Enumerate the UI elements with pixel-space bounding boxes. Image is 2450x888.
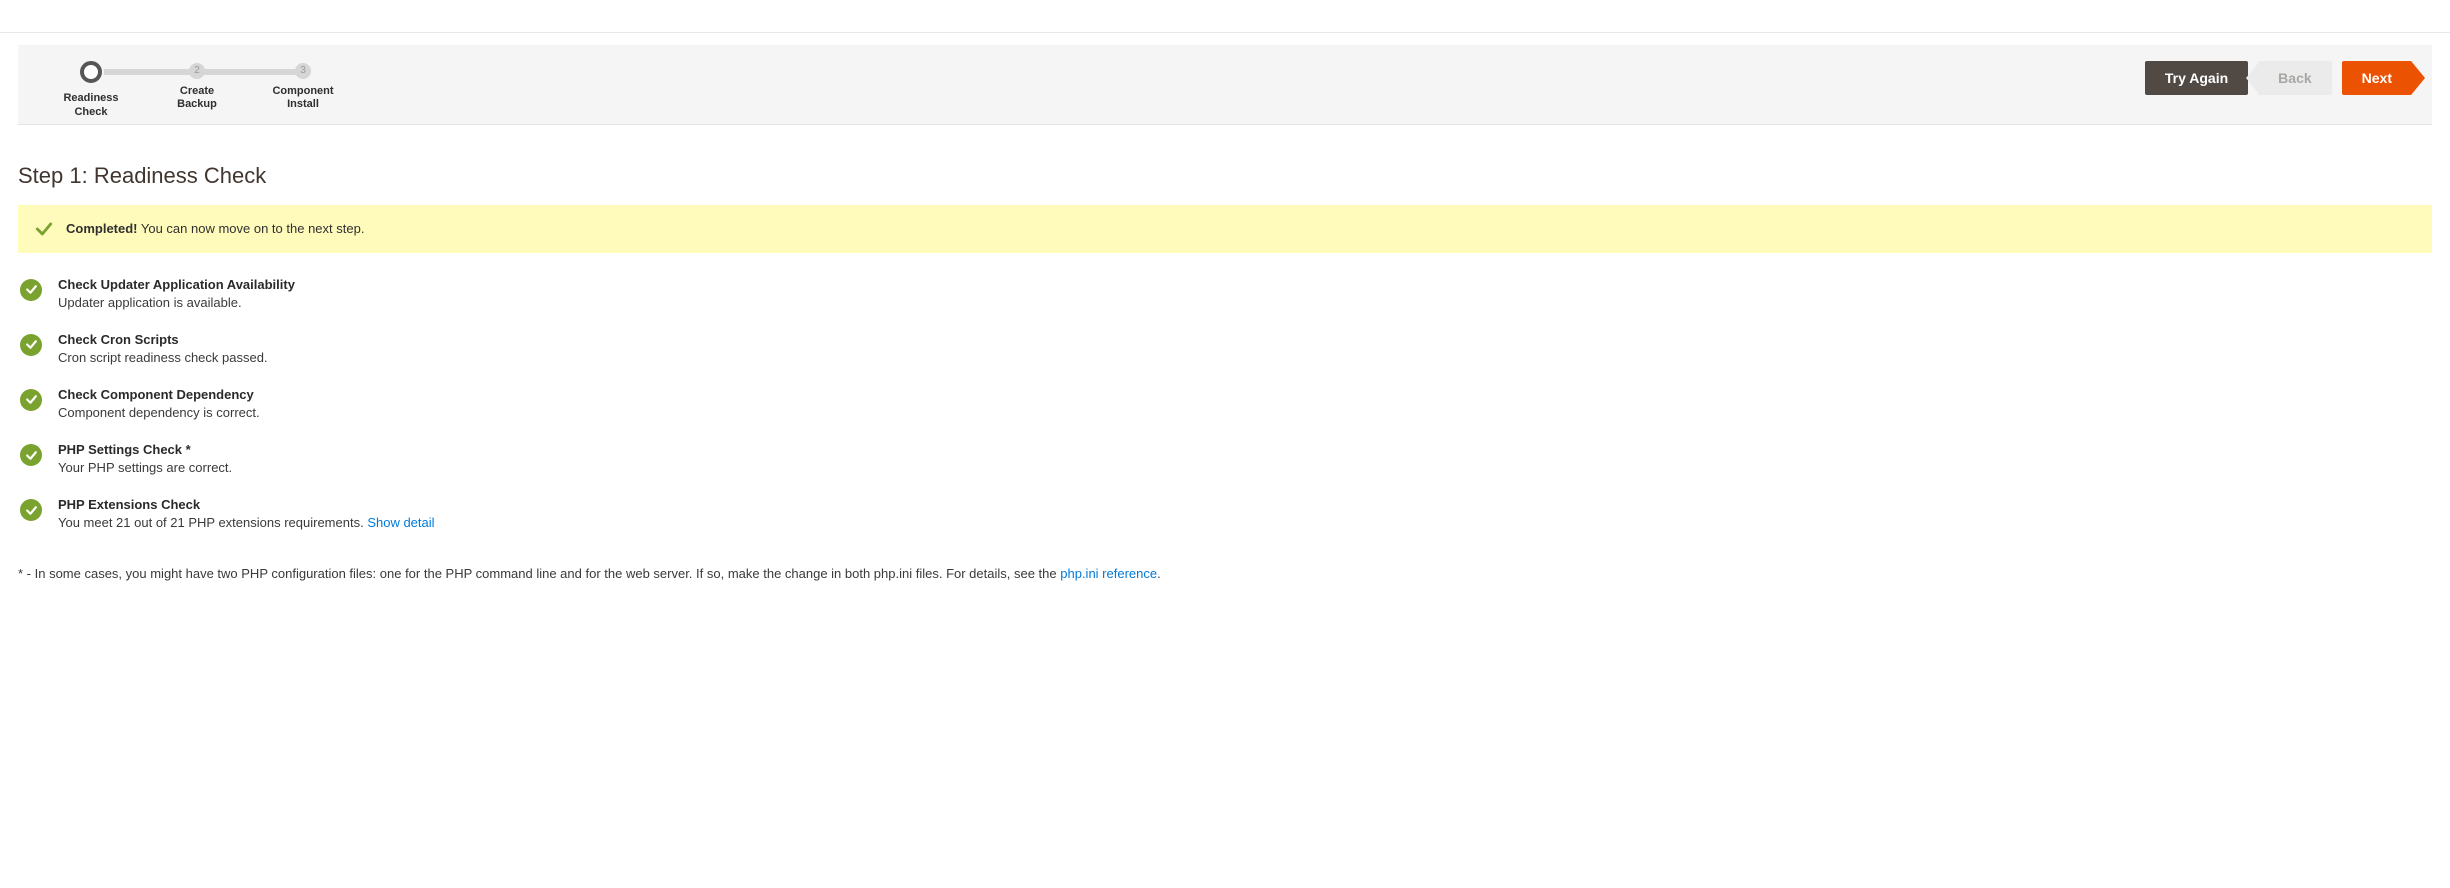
check-icon [34, 219, 54, 239]
check-text: PHP Settings Check * Your PHP settings a… [58, 442, 232, 477]
next-button[interactable]: Next [2342, 61, 2412, 95]
check-text: Check Cron Scripts Cron script readiness… [58, 332, 268, 367]
completion-banner: Completed! You can now move on to the ne… [18, 205, 2432, 253]
step-dot-current [80, 61, 102, 83]
check-row: Check Updater Application Availability U… [18, 263, 2432, 318]
step-label: Create Backup [144, 85, 250, 113]
step-dot: 3 [295, 63, 311, 79]
banner-strong: Completed! [66, 221, 138, 236]
check-desc: You meet 21 out of 21 PHP extensions req… [58, 514, 435, 532]
check-title: PHP Settings Check * [58, 442, 232, 457]
check-row: PHP Extensions Check You meet 21 out of … [18, 483, 2432, 538]
banner-rest: You can now move on to the next step. [138, 221, 365, 236]
check-title: Check Component Dependency [58, 387, 260, 402]
success-icon [20, 499, 42, 521]
footnote-post: . [1157, 566, 1161, 581]
footnote-pre: * - In some cases, you might have two PH… [18, 566, 1060, 581]
success-icon [20, 334, 42, 356]
check-row: Check Component Dependency Component dep… [18, 373, 2432, 428]
step-label: Readiness Check [38, 92, 144, 120]
success-icon [20, 279, 42, 301]
actions: Try Again Back Next [2145, 55, 2412, 95]
check-row: Check Cron Scripts Cron script readiness… [18, 318, 2432, 373]
check-desc: Updater application is available. [58, 294, 295, 312]
check-desc: Component dependency is correct. [58, 404, 260, 422]
check-desc: Your PHP settings are correct. [58, 459, 232, 477]
checks-list: Check Updater Application Availability U… [18, 263, 2432, 539]
check-title: Check Updater Application Availability [58, 277, 295, 292]
stepper: Readiness Check 2 Create Backup 3 Compon… [38, 55, 356, 120]
main: Step 1: Readiness Check Completed! You c… [0, 125, 2450, 612]
step-dot: 2 [189, 63, 205, 79]
page-title: Step 1: Readiness Check [18, 163, 2432, 189]
next-button-wrap: Next [2342, 61, 2412, 95]
top-rule [0, 32, 2450, 33]
back-button: Back [2258, 61, 2331, 95]
check-row: PHP Settings Check * Your PHP settings a… [18, 428, 2432, 483]
banner-text: Completed! You can now move on to the ne… [66, 221, 364, 236]
try-again-button[interactable]: Try Again [2145, 61, 2248, 95]
check-text: Check Updater Application Availability U… [58, 277, 295, 312]
step-label: Component Install [250, 85, 356, 113]
success-icon [20, 444, 42, 466]
header-bar: Readiness Check 2 Create Backup 3 Compon… [18, 45, 2432, 125]
check-title: Check Cron Scripts [58, 332, 268, 347]
check-text: Check Component Dependency Component dep… [58, 387, 260, 422]
show-detail-link[interactable]: Show detail [367, 515, 434, 530]
footnote: * - In some cases, you might have two PH… [18, 566, 2432, 581]
php-ini-reference-link[interactable]: php.ini reference [1060, 566, 1157, 581]
page-root: Readiness Check 2 Create Backup 3 Compon… [0, 32, 2450, 611]
check-title: PHP Extensions Check [58, 497, 435, 512]
success-icon [20, 389, 42, 411]
back-button-wrap: Back [2258, 61, 2331, 95]
check-text: PHP Extensions Check You meet 21 out of … [58, 497, 435, 532]
check-desc: Cron script readiness check passed. [58, 349, 268, 367]
